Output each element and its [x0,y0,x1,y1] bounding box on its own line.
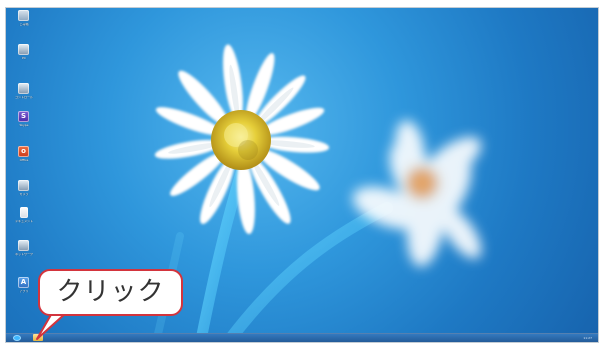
file-explorer-icon[interactable] [33,334,43,341]
desktop-icon-label: ごみ箱 [19,23,29,26]
callout-text: クリック [56,277,165,307]
screen-icon [18,83,29,94]
desktop-icon-label: ネットワーク [14,253,33,256]
desktop-icon-label: PC [22,57,26,60]
recycle-bin-icon[interactable]: ごみ箱 [10,10,38,34]
desktop-icon-label: Office [19,159,29,162]
skype-shortcut[interactable]: S Skype [10,111,38,135]
taskbar[interactable]: 11:27 [6,333,598,342]
click-callout: クリック [38,269,183,316]
document-shortcut[interactable]: ドキュメント [10,207,38,231]
document-icon [20,207,28,218]
app-shortcut[interactable]: A アプリ [10,277,38,301]
system-tray[interactable]: 11:27 [530,335,592,341]
internet-explorer-icon[interactable] [13,335,21,341]
office-shortcut[interactable]: o Office [10,146,38,170]
app-glyph: A [20,278,27,286]
desktop-icon-label: アプリ [19,290,29,293]
desktop-icon-label: Skype [19,124,29,127]
network-icon [18,240,29,251]
desktop-icon-label: カメラ [19,193,29,196]
monitor-icon [18,44,29,55]
office-icon: o [18,146,29,157]
control-panel-icon[interactable]: コントロール [10,83,38,107]
desktop-icon-label: ドキュメント [14,220,33,223]
computer-icon[interactable]: PC [10,44,38,68]
office-glyph: o [21,147,26,155]
app-icon: A [18,277,29,288]
skype-icon: S [18,111,29,122]
network-shortcut[interactable]: ネットワーク [10,240,38,264]
camera-shortcut[interactable]: カメラ [10,180,38,204]
camera-icon [18,180,29,191]
trash-icon [18,10,29,21]
skype-glyph: S [20,112,27,120]
desktop-icon-label: コントロール [14,96,33,99]
screenshot-frame: ごみ箱 PC コントロール S Skype o Office カメラ ドキュメン… [0,0,606,345]
clock[interactable]: 11:27 [583,336,592,340]
